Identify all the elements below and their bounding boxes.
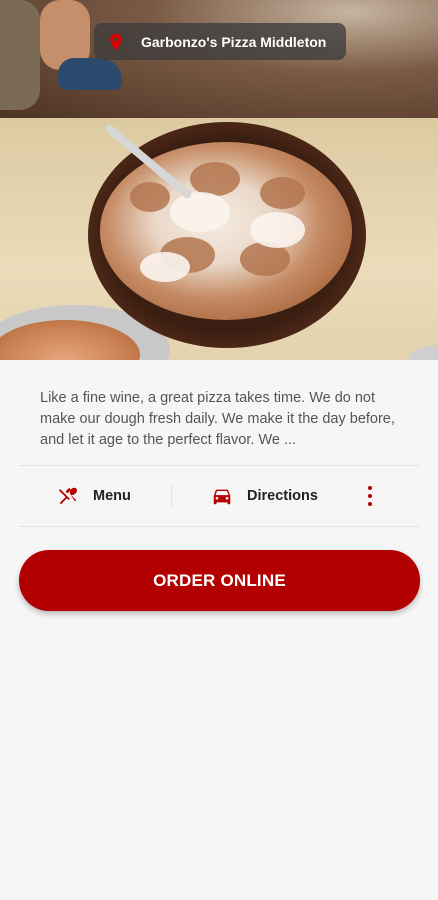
car-icon [213, 489, 231, 505]
restaurant-info-panel: Like a fine wine, a great pizza takes ti… [0, 360, 438, 900]
directions-label: Directions [247, 488, 318, 504]
menu-button[interactable]: Menu [57, 466, 131, 526]
location-chip[interactable]: Garbonzo's Pizza Middleton [94, 23, 346, 60]
cinnamon-bread-dish [100, 142, 352, 320]
restaurant-description[interactable]: Like a fine wine, a great pizza takes ti… [40, 388, 406, 451]
divider [19, 526, 419, 527]
more-options-button[interactable] [359, 482, 381, 510]
action-separator [171, 484, 172, 508]
more-vertical-icon-dot [368, 502, 372, 506]
sneaker [58, 58, 122, 90]
person-leg [0, 0, 40, 110]
more-vertical-icon-dot [368, 494, 372, 498]
more-vertical-icon [368, 486, 372, 490]
restaurant-name: Garbonzo's Pizza Middleton [141, 33, 327, 50]
directions-button[interactable]: Directions [211, 466, 318, 526]
menu-label: Menu [93, 488, 131, 504]
order-online-button[interactable]: ORDER ONLINE [19, 550, 420, 611]
map-pin-icon [110, 33, 122, 50]
fork-spoon-icon [58, 487, 77, 505]
action-bar: Menu Directions [19, 466, 419, 526]
